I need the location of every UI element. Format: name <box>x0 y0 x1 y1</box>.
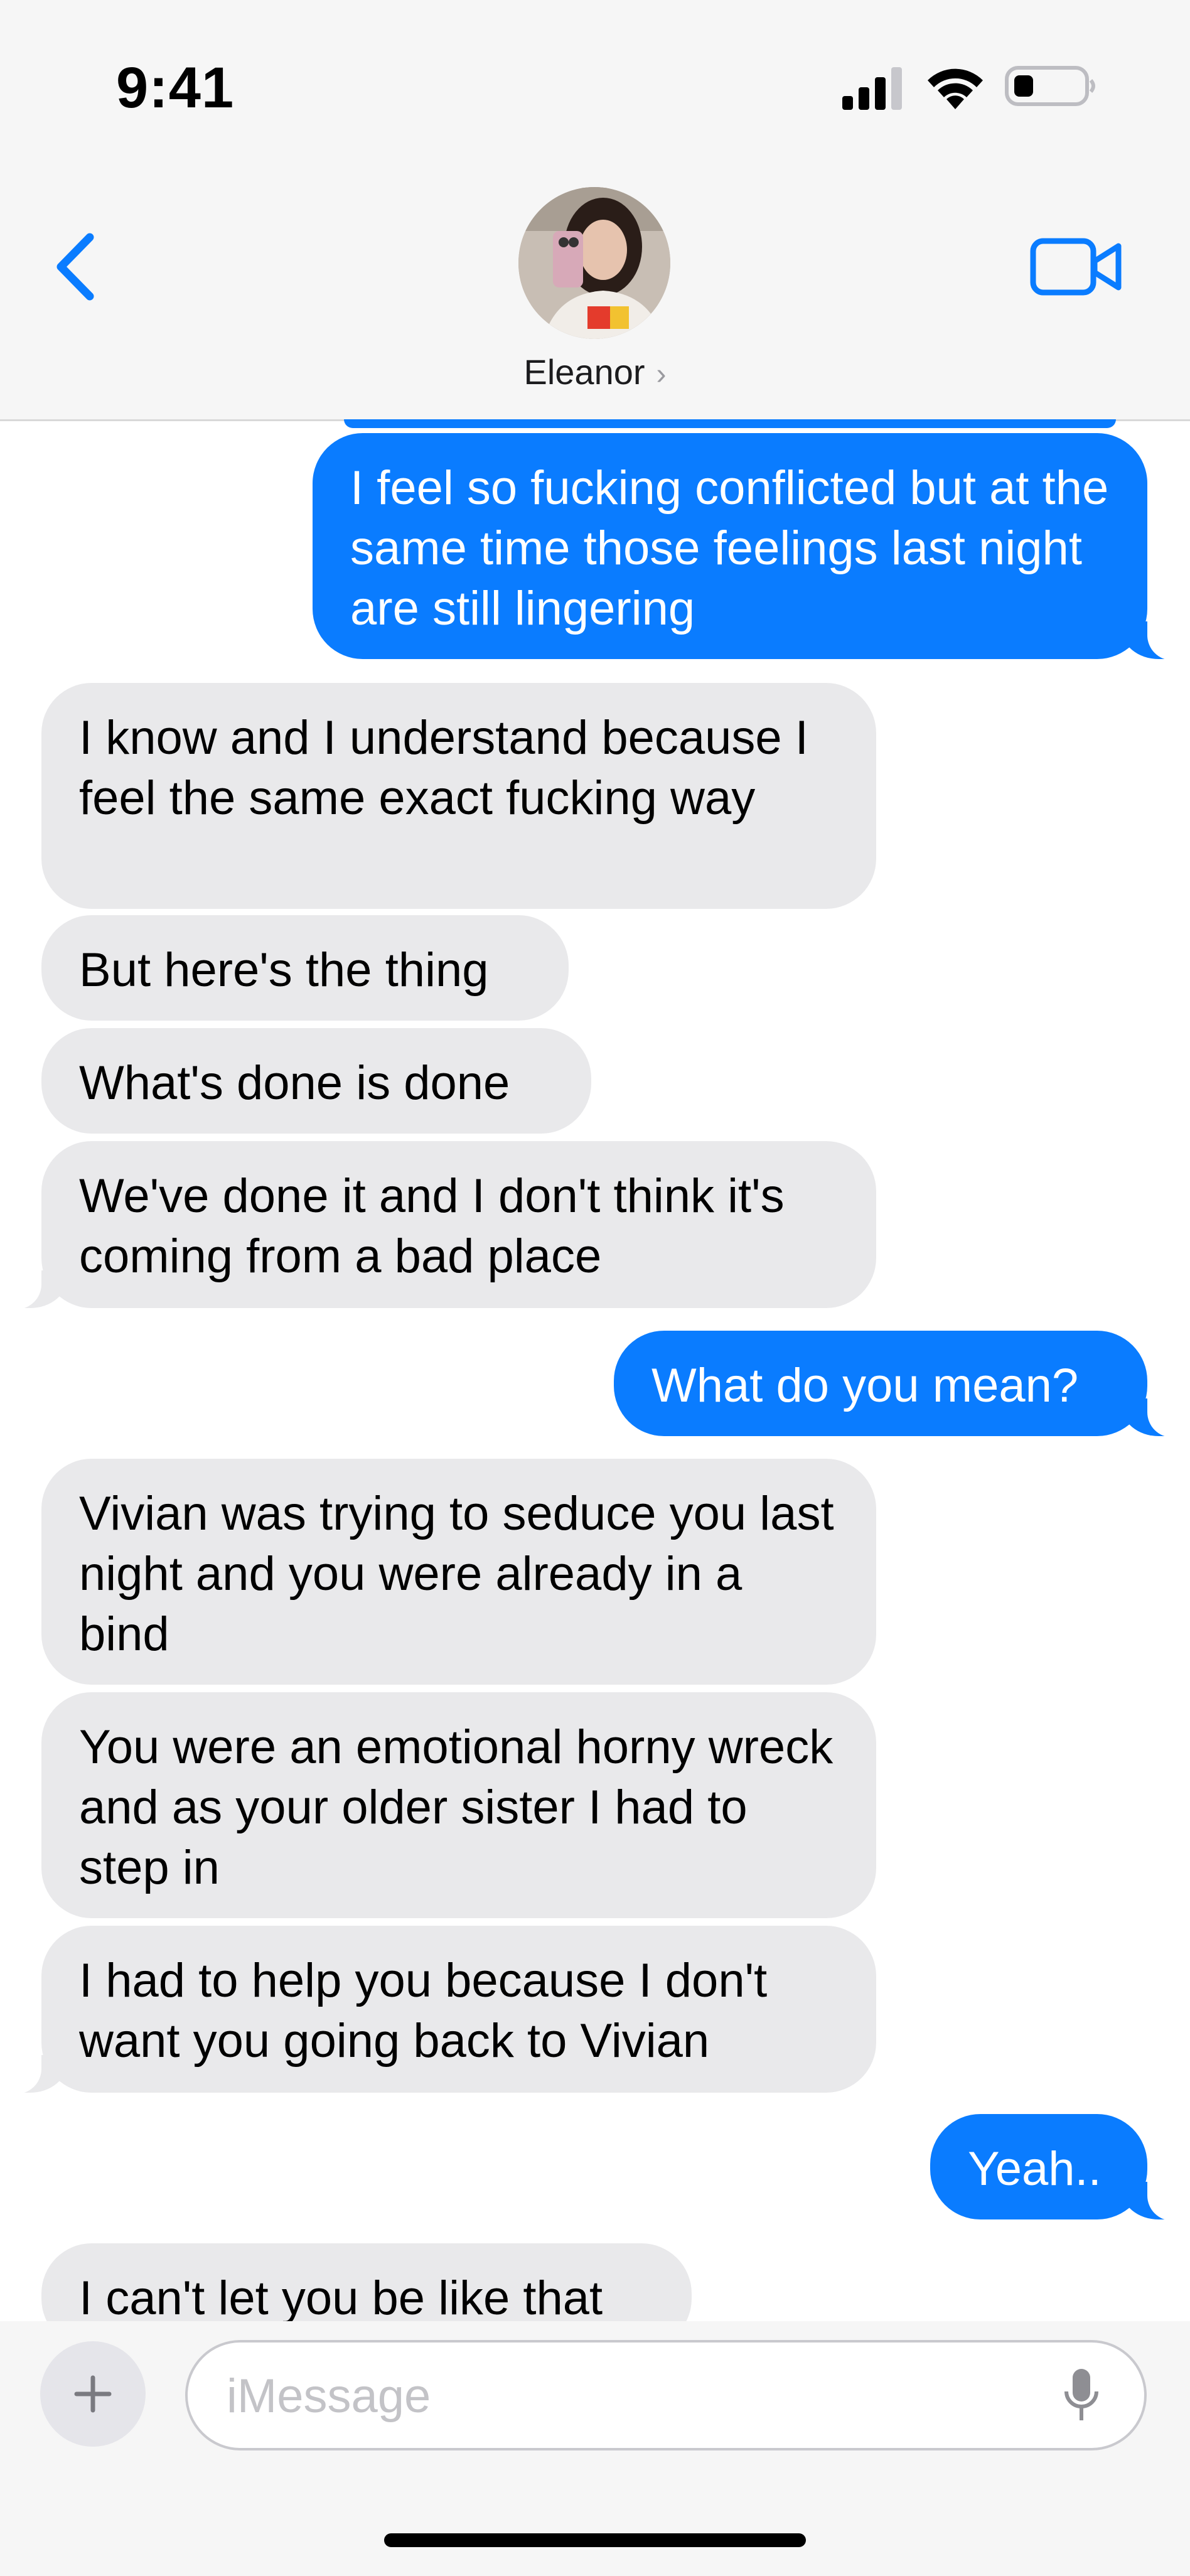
message-text: Vivian was trying to seduce you last nig… <box>79 1487 834 1661</box>
avatar-photo <box>518 187 670 339</box>
message-text: We've done it and I don't think it's com… <box>79 1169 785 1283</box>
message-sent[interactable]: Yeah.. <box>930 2114 1185 2221</box>
wifi-icon <box>928 68 983 109</box>
message-text: What do you mean? <box>651 1359 1079 1412</box>
status-time: 9:41 <box>116 56 235 120</box>
chevron-left-icon <box>56 233 94 301</box>
battery-icon <box>1005 66 1095 106</box>
back-button[interactable] <box>44 226 107 308</box>
conversation-header: 9:41 Eleanor › <box>0 0 1190 421</box>
microphone-icon[interactable] <box>1063 2366 1100 2424</box>
plus-icon <box>74 2375 112 2413</box>
message-text: I feel so fucking conflicted but at the … <box>350 461 1109 635</box>
message-sent[interactable]: What do you mean? <box>614 1331 1185 1437</box>
message-received[interactable]: We've done it and I don't think it's com… <box>4 1141 876 1309</box>
cellular-signal-icon <box>842 67 902 110</box>
message-sent[interactable]: I feel so fucking conflicted but at the … <box>313 433 1185 660</box>
message-thread[interactable]: I feel so fucking conflicted but at the … <box>0 419 1190 2321</box>
message-text: I know and I understand because I feel t… <box>79 711 808 825</box>
message-received[interactable]: You were an emotional horny wreck and as… <box>41 1692 876 1918</box>
apps-plus-button[interactable] <box>40 2341 146 2447</box>
message-input[interactable] <box>225 2343 1044 2449</box>
message-text: What's done is done <box>79 1056 510 1110</box>
message-received[interactable]: I can't let you be like that <box>41 2243 692 2321</box>
video-call-button[interactable] <box>1029 232 1123 301</box>
contact-name: Eleanor <box>523 352 645 392</box>
message-received[interactable]: Vivian was trying to seduce you last nig… <box>41 1459 876 1685</box>
home-indicator[interactable] <box>384 2533 806 2547</box>
contact-avatar[interactable] <box>518 187 670 339</box>
message-received[interactable]: What's done is done <box>41 1028 591 1134</box>
message-text: You were an emotional horny wreck and as… <box>79 1720 834 1894</box>
contact-name-row[interactable]: Eleanor › <box>0 352 1190 392</box>
message-text: But here's the thing <box>79 943 489 997</box>
message-text: I can't let you be like that <box>79 2272 603 2321</box>
message-received[interactable]: I know and I understand because I feel t… <box>41 683 876 909</box>
message-text: I had to help you because I don't want y… <box>79 1954 768 2068</box>
message-received[interactable]: I had to help you because I don't want y… <box>4 1926 876 2094</box>
previous-message-edge <box>344 419 1116 428</box>
chevron-right-icon: › <box>656 358 667 391</box>
message-received[interactable]: But here's the thing <box>41 915 569 1021</box>
message-text: Yeah.. <box>968 2142 1102 2196</box>
imessage-input-field[interactable] <box>185 2340 1147 2450</box>
